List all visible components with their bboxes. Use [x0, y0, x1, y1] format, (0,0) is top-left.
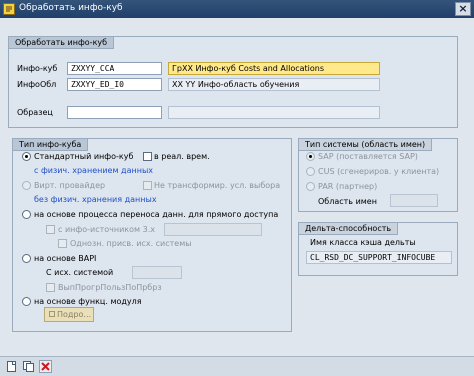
namespace-input[interactable]	[390, 194, 438, 207]
details-button-icon	[49, 311, 55, 317]
source-system-input[interactable]	[132, 266, 182, 279]
bapi-based-label: на основе BAPI	[34, 254, 97, 263]
with-sources-label: с инфо-источником 3.х	[58, 225, 155, 234]
infocube-label: Инфо-куб	[17, 64, 58, 73]
infocube-description-input[interactable]: ГрXX Инфо-куб Costs and Allocations	[168, 62, 380, 75]
copy-icon[interactable]	[22, 360, 35, 373]
exec-func-checkbox[interactable]	[46, 283, 55, 292]
cus-label: CUS (сгенериров. у клиента)	[318, 167, 440, 176]
virtual-provider-label: Вирт. провайдер	[34, 181, 106, 190]
template-label: Образец	[17, 108, 53, 117]
realtime-checkbox[interactable]	[143, 152, 152, 161]
details-button-label: Подро...	[57, 310, 92, 319]
template-description	[168, 106, 380, 119]
virtual-provider-radio[interactable]	[22, 181, 31, 190]
sap-label: SAP (поставляется SAP)	[318, 152, 418, 161]
no-transform-checkbox[interactable]	[143, 181, 152, 190]
sap-radio[interactable]	[306, 152, 315, 161]
infoarea-description: XX YY Инфо-область обучения	[168, 78, 380, 91]
par-radio[interactable]	[306, 182, 315, 191]
bapi-based-radio[interactable]	[22, 254, 31, 263]
func-module-radio[interactable]	[22, 297, 31, 306]
with-sources-input[interactable]	[164, 223, 262, 236]
sap-window-icon	[3, 3, 15, 15]
with-sources-checkbox[interactable]	[46, 225, 55, 234]
system-type-tab: Тип системы (область имен)	[299, 139, 433, 151]
details-button[interactable]: Подро...	[44, 307, 94, 322]
create-icon[interactable]	[5, 360, 18, 373]
close-icon: ×	[458, 2, 468, 15]
bottom-toolbar	[0, 356, 474, 376]
par-label: PAR (партнер)	[318, 182, 378, 191]
process-infocube-tab: Обработать инфо-куб	[9, 37, 115, 49]
infoarea-label: ИнфоОбл	[17, 80, 57, 89]
dtp-based-radio[interactable]	[22, 210, 31, 219]
exec-func-label: ВыпПрогрПользПоПрбрз	[58, 283, 162, 292]
source-system-label: С исх. системой	[46, 268, 114, 277]
realtime-label: в реал. врем.	[154, 152, 210, 161]
close-window-button[interactable]: ×	[455, 2, 471, 16]
delta-group: Дельта-способность	[298, 222, 458, 276]
single-assign-checkbox[interactable]	[58, 239, 67, 248]
cancel-icon[interactable]	[39, 360, 52, 373]
no-phys-storage-label: без физич. хранения данных	[34, 195, 157, 204]
standard-cube-label: Стандартный инфо-куб	[34, 152, 134, 161]
single-assign-label: Однозн. присв. исх. системы	[70, 239, 192, 248]
delta-cache-class-label: Имя класса кэша дельты	[310, 238, 416, 247]
delta-cache-class-input: CL_RSD_DC_SUPPORT_INFOCUBE	[306, 251, 452, 264]
no-transform-label: Не трансформир. усл. выбора	[154, 181, 281, 190]
window-title: Обработать инфо-куб	[19, 3, 123, 13]
namespace-label: Область имен	[318, 197, 377, 206]
template-input[interactable]	[67, 106, 162, 119]
delta-tab: Дельта-способность	[299, 223, 399, 235]
infocube-input[interactable]: ZXXYY_CCA	[67, 62, 162, 75]
dtp-based-label: на основе процесса переноса данн. для пр…	[34, 210, 279, 219]
infoarea-input[interactable]: ZXXYY_ED_I0	[67, 78, 162, 91]
cube-type-tab: Тип инфо-куба	[13, 139, 89, 151]
title-bar: Обработать инфо-куб ×	[0, 0, 474, 18]
standard-cube-radio[interactable]	[22, 152, 31, 161]
func-module-label: на основе функц. модуля	[34, 297, 142, 306]
cus-radio[interactable]	[306, 167, 315, 176]
phys-storage-label: с физич. хранением данных	[34, 166, 153, 175]
